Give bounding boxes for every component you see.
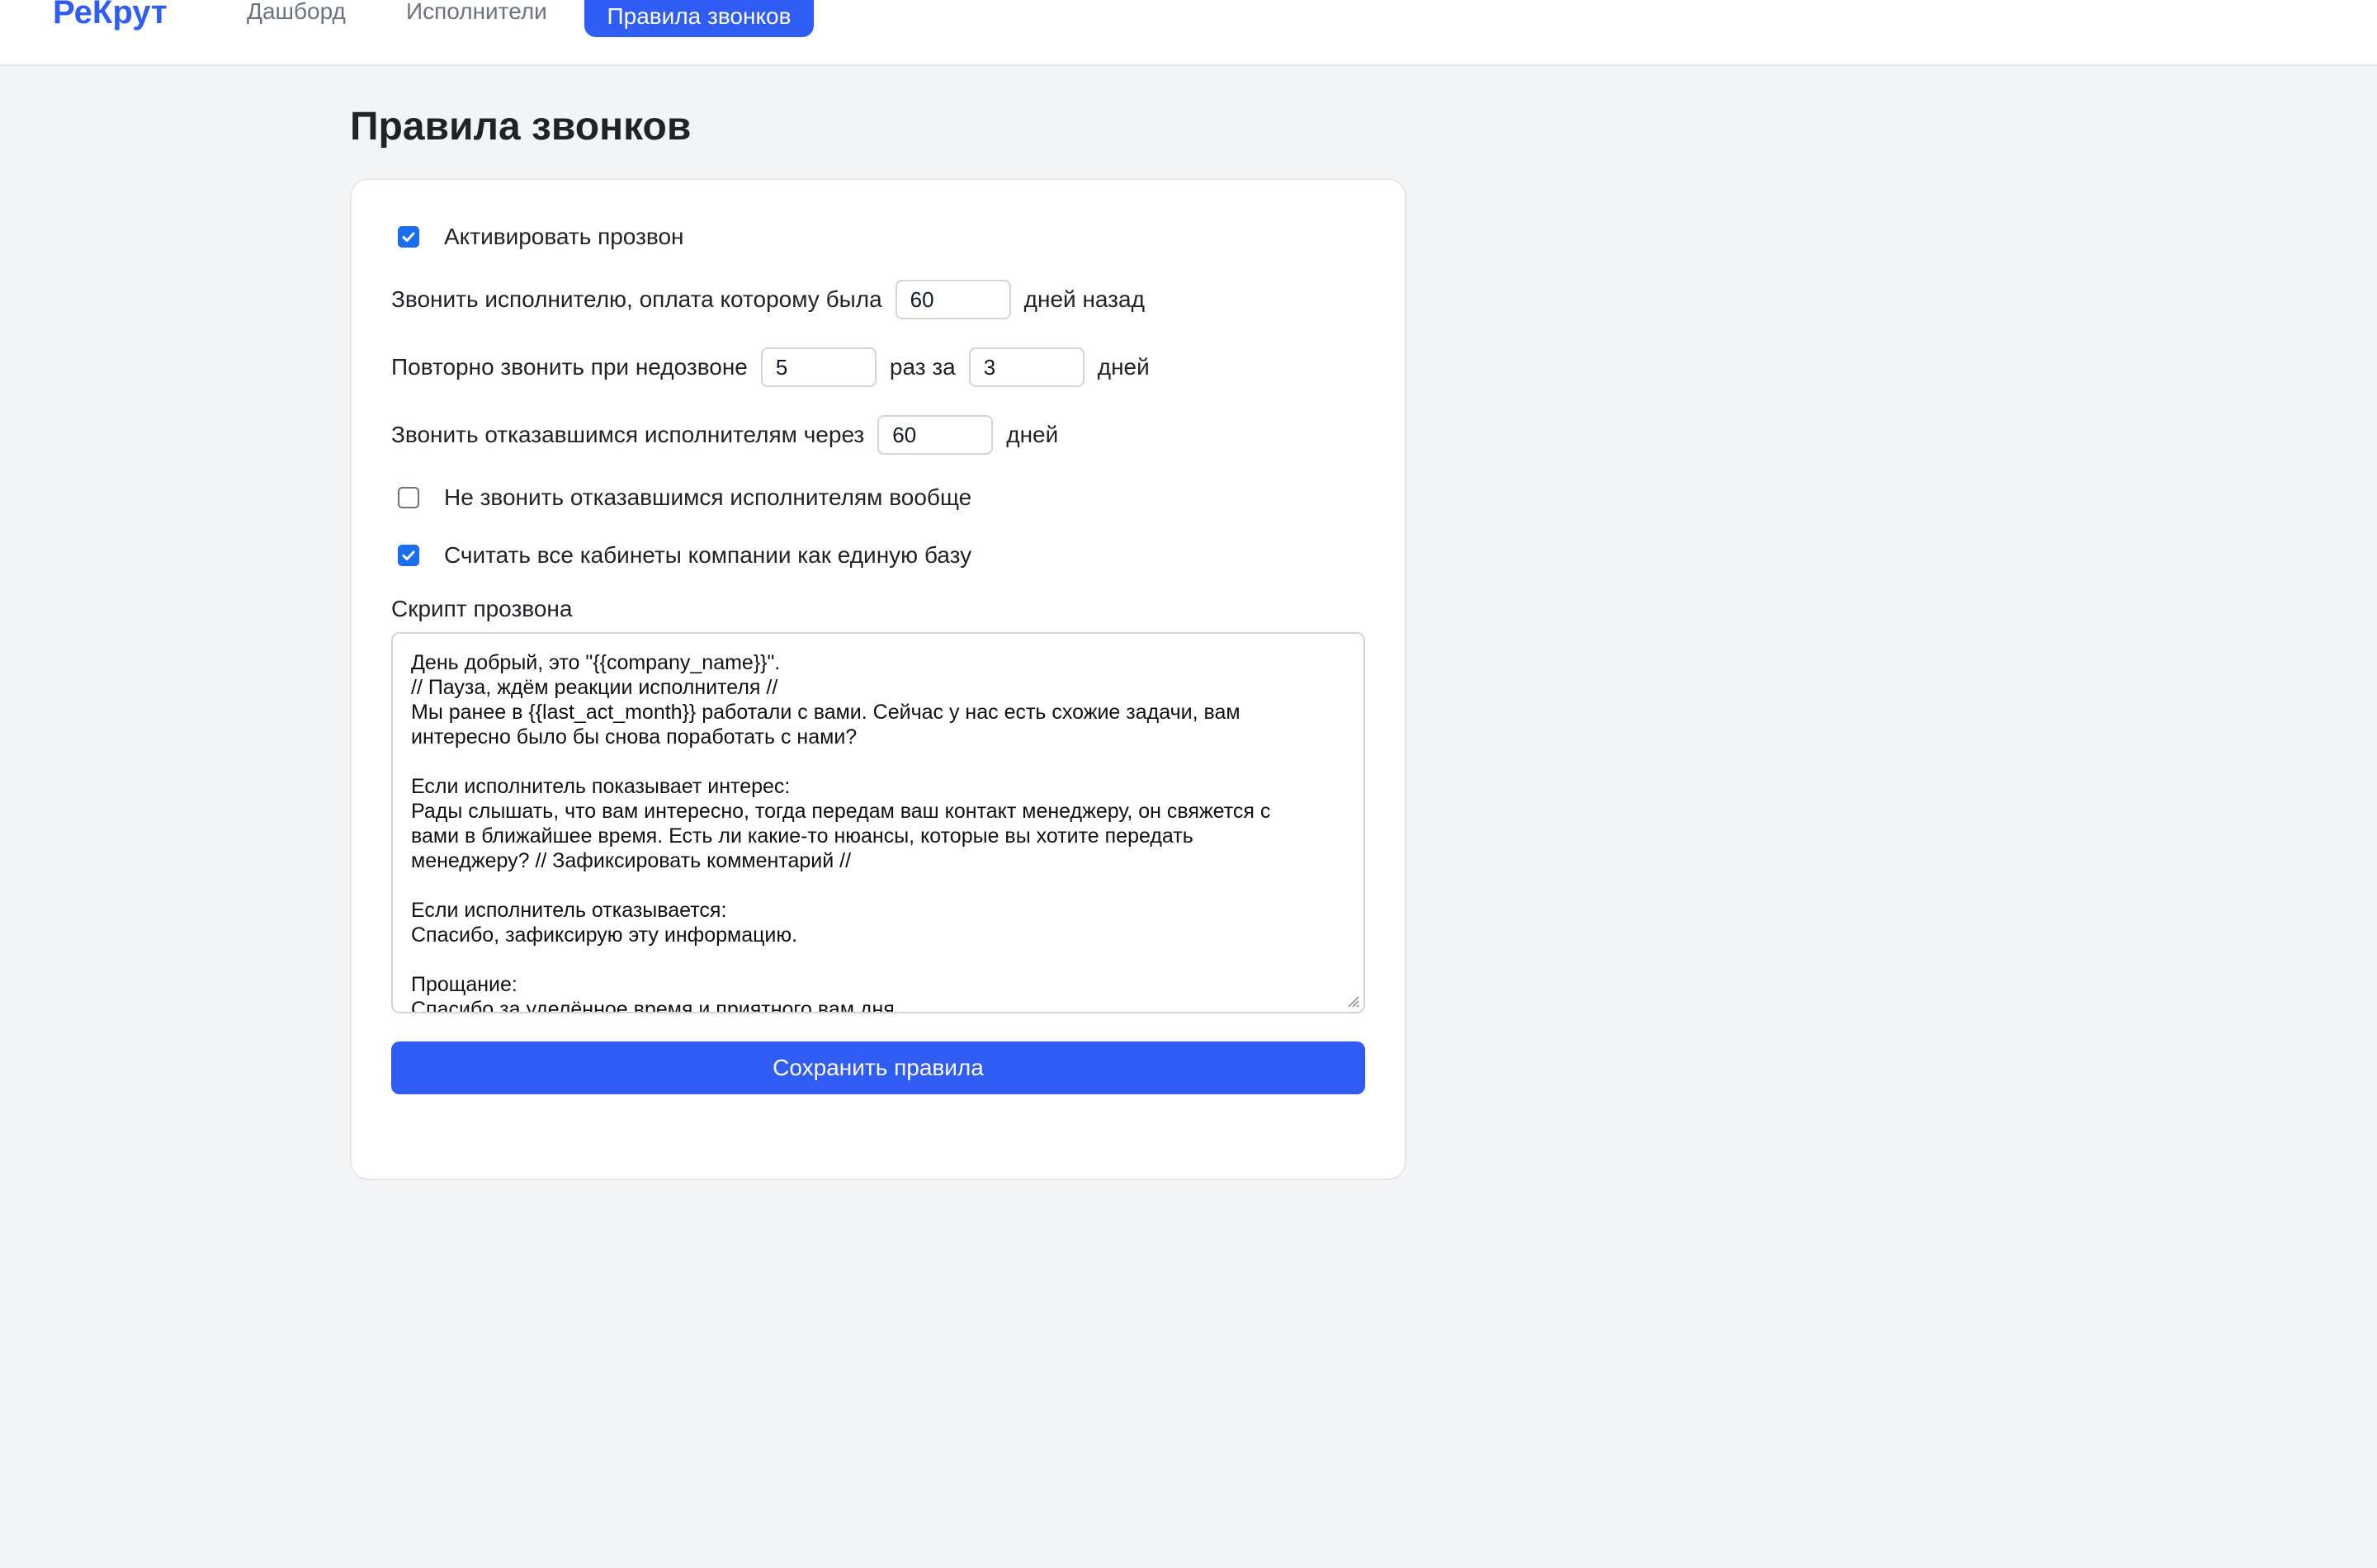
- nav-dashboard[interactable]: Дашборд: [247, 0, 346, 28]
- retry-times-input[interactable]: [760, 347, 877, 387]
- script-label: Скрипт прозвона: [391, 596, 573, 621]
- call-rules-card: Активировать прозвон Звонить исполнителю…: [350, 178, 1406, 1180]
- paid-ago-days-input[interactable]: [895, 280, 1011, 319]
- save-rules-button[interactable]: Сохранить правила: [391, 1041, 1365, 1094]
- nav-performers[interactable]: Исполнители: [406, 0, 547, 28]
- resize-handle-icon[interactable]: [1345, 994, 1360, 1008]
- paid-ago-unit: дней назад: [1023, 286, 1145, 312]
- call-script-textarea[interactable]: День добрый, это "{{company_name}}". // …: [391, 632, 1365, 1013]
- page-title: Правила звонков: [350, 105, 692, 149]
- refused-after-days-input[interactable]: [877, 415, 994, 455]
- never-call-refused-checkbox[interactable]: [398, 487, 419, 508]
- script-line: Прощание:: [411, 973, 517, 996]
- script-line: Если исполнитель показывает интерес:: [411, 775, 791, 798]
- refused-after-row: Звонить отказавшимся исполнителям через …: [391, 414, 1058, 456]
- script-line: // Пауза, ждём реакции исполнителя //: [411, 676, 778, 699]
- activate-calls-checkbox[interactable]: [398, 226, 419, 248]
- script-line: Спасибо, зафиксирую эту информацию.: [411, 923, 798, 947]
- retry-middle-label: раз за: [889, 354, 956, 380]
- paid-ago-label: Звонить исполнителю, оплата которому был…: [391, 286, 882, 312]
- script-text: День добрый, это "{{company_name}}". // …: [411, 650, 1345, 1013]
- script-line: Спасибо за уделённое время и приятного в…: [411, 998, 900, 1013]
- single-base-row: Считать все кабинеты компании как единую…: [391, 535, 971, 576]
- check-icon: [402, 232, 415, 242]
- activate-calls-label[interactable]: Активировать прозвон: [444, 224, 684, 250]
- script-line: вами в ближайшее время. Есть ли какие-то…: [411, 824, 1193, 848]
- script-line: менеджеру? // Зафиксировать комментарий …: [411, 849, 852, 872]
- script-line: [411, 873, 1345, 898]
- retry-unit: дней: [1097, 354, 1150, 380]
- activate-calls-row: Активировать прозвон: [391, 216, 684, 257]
- never-call-refused-row: Не звонить отказавшимся исполнителям воо…: [391, 477, 971, 518]
- script-line: Мы ранее в {{last_act_month}} работали с…: [411, 701, 1240, 724]
- script-line: День добрый, это "{{company_name}}".: [411, 651, 781, 674]
- brand-logo[interactable]: РеКрут: [53, 0, 168, 31]
- retry-row: Повторно звонить при недозвоне раз за дн…: [391, 347, 1150, 388]
- nav-call-rules[interactable]: Правила звонков: [584, 0, 814, 37]
- check-icon: [402, 550, 415, 560]
- script-line: интересно было бы снова поработать с нам…: [411, 725, 858, 749]
- retry-days-input[interactable]: [968, 347, 1085, 387]
- script-line: Рады слышать, что вам интересно, тогда п…: [411, 800, 1271, 823]
- script-line: [411, 947, 1345, 972]
- top-navbar: РеКрут Дашборд Исполнители Правила звонк…: [0, 0, 2377, 66]
- refused-after-label: Звонить отказавшимся исполнителям через: [391, 422, 865, 447]
- paid-ago-row: Звонить исполнителю, оплата которому был…: [391, 279, 1145, 320]
- single-base-label[interactable]: Считать все кабинеты компании как единую…: [444, 542, 971, 569]
- script-line: [411, 749, 1345, 774]
- single-base-checkbox[interactable]: [398, 545, 419, 566]
- script-line: Если исполнитель отказывается:: [411, 899, 727, 922]
- refused-after-unit: дней: [1006, 422, 1059, 447]
- never-call-refused-label[interactable]: Не звонить отказавшимся исполнителям воо…: [444, 484, 971, 511]
- retry-label: Повторно звонить при недозвоне: [391, 354, 748, 380]
